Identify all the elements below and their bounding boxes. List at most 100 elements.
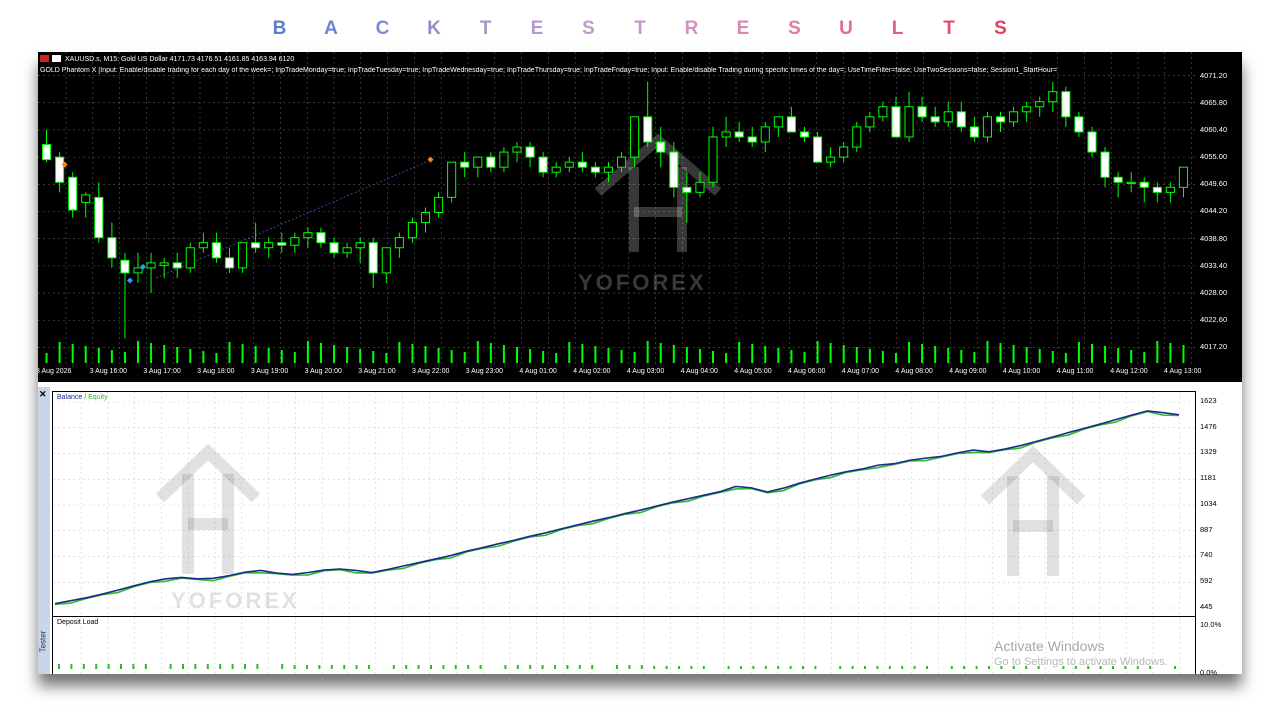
time-axis-label: 3 Aug 22:00 — [412, 368, 450, 375]
equity-legend-label: Equity — [88, 394, 108, 401]
candle — [224, 247, 235, 273]
candle — [917, 96, 927, 122]
price-scale-label: 4038.80 — [1200, 233, 1228, 243]
candle — [538, 152, 548, 178]
candle — [1087, 126, 1097, 158]
candle — [590, 162, 600, 178]
close-icon[interactable]: ✕ — [39, 389, 47, 400]
candle — [107, 222, 117, 268]
time-axis[interactable]: 3 Aug 2026 3 Aug 16:00 3 Aug 17:00 3 Aug 18… — [38, 364, 1201, 382]
balance-scale-label: 1623 — [1200, 396, 1217, 405]
deposit-scale-top: 10.0% — [1200, 620, 1222, 629]
deposit-load-title: Deposit Load — [57, 619, 99, 626]
backtest-results-banner: BACKTESTRESULTS — [0, 18, 1280, 52]
candle — [473, 156, 483, 178]
candle — [839, 142, 849, 163]
trade-marker-icon — [126, 277, 133, 284]
balance-equity-panel: Balance / Equity YOFOREX — [52, 391, 1196, 617]
price-scale-label: 4028.00 — [1200, 288, 1228, 298]
price-scale-label: 4044.20 — [1200, 206, 1228, 216]
banner-letter: L — [891, 18, 904, 39]
balance-scale-label: 1329 — [1200, 447, 1217, 457]
candle — [956, 101, 966, 132]
graph-watermark-left: YOFOREX — [171, 588, 300, 613]
candle — [159, 257, 169, 278]
time-axis-label: 3 Aug 2026 — [38, 368, 72, 375]
candle — [146, 252, 156, 294]
activate-windows-hint: Go to Settings to activate Windows. — [994, 656, 1168, 668]
candle — [394, 232, 404, 258]
trade-marker-icon — [427, 156, 434, 163]
candle — [381, 247, 391, 283]
time-axis-label: 4 Aug 08:00 — [895, 368, 933, 375]
candle — [55, 152, 65, 193]
time-axis-label: 4 Aug 09:00 — [949, 368, 987, 375]
candle — [773, 116, 783, 137]
candle — [1165, 182, 1175, 203]
activate-windows-title: Activate Windows — [994, 638, 1105, 654]
tester-tab-label[interactable]: Tester — [38, 631, 47, 653]
candle — [930, 106, 940, 127]
strategy-tester-graph: ✕ Tester Balance / Equity YOFOREX 1623 14… — [38, 387, 1242, 677]
candle — [1061, 86, 1071, 127]
candle — [1100, 147, 1110, 188]
candle — [1074, 111, 1084, 137]
price-scale-label: 4049.60 — [1200, 179, 1228, 189]
price-scale-label: 4033.40 — [1200, 260, 1228, 270]
chart-symbol-title: XAUUSD.s, M15: Gold US Dollar 4171.73 41… — [40, 55, 294, 63]
time-axis-label: 4 Aug 13:00 — [1164, 368, 1202, 375]
time-axis-label: 4 Aug 07:00 — [841, 368, 880, 375]
candle — [512, 142, 522, 163]
candle — [41, 129, 52, 163]
candle — [708, 126, 718, 188]
balance-scale-label: 740 — [1200, 550, 1213, 560]
candle — [94, 182, 104, 243]
chart-type-icon — [40, 55, 49, 62]
balance-scale-label: 887 — [1200, 524, 1213, 534]
balance-scale-label: 1181 — [1200, 473, 1217, 483]
candle — [277, 232, 287, 253]
candle — [1178, 166, 1189, 198]
candle — [460, 152, 470, 178]
candle — [577, 152, 587, 173]
banner-letter: E — [530, 18, 544, 39]
banner-letter: K — [427, 18, 441, 39]
candle — [721, 116, 731, 148]
candle — [904, 91, 914, 143]
banner-letter: S — [582, 18, 595, 39]
price-scale-label: 4017.20 — [1200, 342, 1228, 352]
time-axis-label: 3 Aug 21:00 — [358, 368, 396, 375]
banner-letter: B — [272, 18, 287, 39]
price-chart[interactable]: YOFOREX XAUUSD.s, M15: Gold US Dollar 41… — [38, 52, 1242, 382]
candle — [734, 121, 744, 143]
candle — [1022, 101, 1032, 122]
banner-letter: T — [634, 18, 646, 39]
candle — [943, 101, 953, 127]
time-axis-label: 3 Aug 19:00 — [250, 368, 289, 375]
candle — [68, 172, 78, 218]
candle — [799, 126, 810, 143]
candle — [878, 101, 888, 122]
time-axis-label: 3 Aug 18:00 — [197, 368, 235, 375]
time-axis-label: 4 Aug 12:00 — [1110, 368, 1148, 375]
banner-letter: U — [839, 18, 853, 39]
banner-letter: T — [943, 18, 955, 39]
candle — [1048, 81, 1058, 112]
time-axis-label: 3 Aug 17:00 — [143, 368, 181, 375]
candle — [133, 252, 143, 283]
candle — [303, 227, 313, 248]
balance-legend: Balance / Equity — [57, 394, 108, 401]
candle — [316, 227, 326, 248]
candle — [786, 106, 796, 133]
candle — [813, 131, 823, 163]
watermark-logo-icon — [980, 445, 1086, 576]
balance-scale: 1623 1476 1329 1181 1034 887 740 592 445 — [1198, 391, 1242, 617]
candle — [185, 242, 195, 273]
candle — [238, 242, 248, 273]
banner-letter: R — [684, 18, 699, 39]
time-axis-label: 4 Aug 11:00 — [1056, 368, 1094, 375]
candle — [1152, 182, 1162, 203]
candle — [355, 237, 365, 263]
price-scale[interactable]: 4071.20 4065.80 4060.40 4055.00 4049.60 4044.… — [1196, 52, 1242, 382]
candle — [486, 152, 496, 173]
